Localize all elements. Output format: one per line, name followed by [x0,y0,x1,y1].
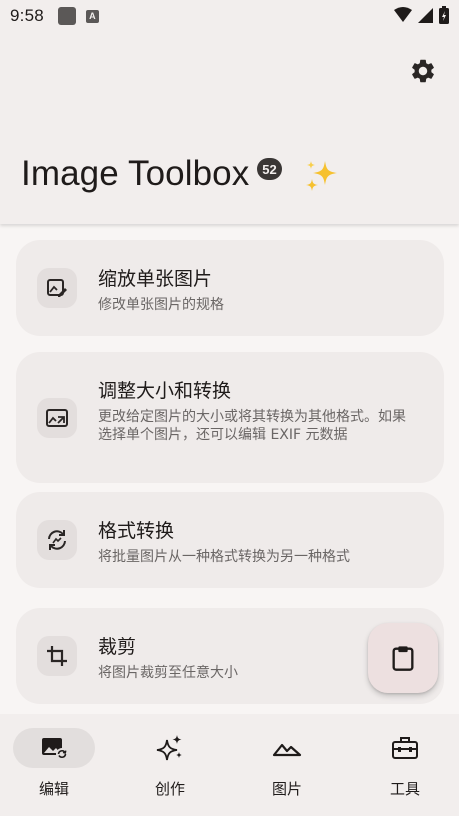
sparkles-emoji-icon [306,161,337,191]
image-resize-icon [37,398,77,438]
tool-card-format-convert[interactable]: 格式转换 将批量图片从一种格式转换为另一种格式 [16,492,444,588]
version-badge: 52 [257,158,282,180]
sparkles-icon [156,735,182,761]
image-sync-icon [42,738,68,760]
toolbox-icon [392,737,418,759]
clipboard-icon [392,646,414,671]
nav-item-images[interactable]: 图片 [237,728,337,808]
gear-icon [412,59,434,83]
cellular-icon [418,7,433,23]
nav-active-indicator [13,728,95,768]
tool-card-resize-convert[interactable]: 调整大小和转换 更改给定图片的大小或将其转换为其他格式。如果选择单个图片，还可以… [16,352,444,483]
tool-description: 将批量图片从一种格式转换为另一种格式 [98,549,350,565]
notification-icon [57,7,76,25]
wifi-icon [394,7,412,22]
tool-description: 更改给定图片的大小或将其转换为其他格式。如果选择单个图片，还可以编辑 EXIF … [98,409,406,443]
tool-card-resize-single[interactable]: 缩放单张图片 修改单张图片的规格 [16,240,444,336]
settings-button[interactable] [407,55,439,87]
crop-icon [37,636,77,676]
notification-letter-icon: A [85,9,99,23]
landscape-icon [272,743,302,757]
nav-item-edit[interactable]: 编辑 [4,728,104,808]
status-time: 9:58 [10,6,44,25]
tool-title: 缩放单张图片 [98,268,213,290]
nav-label: 编辑 [38,780,69,798]
nav-label: 工具 [389,780,420,798]
battery-icon [439,6,449,24]
app-title: Image Toolbox [21,154,250,193]
paste-from-clipboard-button[interactable] [368,623,438,693]
tool-description: 修改单张图片的规格 [98,297,224,313]
tool-title: 调整大小和转换 [98,380,232,402]
nav-label: 图片 [271,780,302,798]
image-edit-icon [37,268,77,308]
nav-label: 创作 [154,780,185,798]
nav-item-tools[interactable]: 工具 [355,728,455,808]
bottom-navigation: 编辑 创作 图片 工具 [0,714,459,816]
nav-item-create[interactable]: 创作 [120,728,220,808]
status-bar: 9:58 A [0,0,459,32]
format-convert-icon [37,520,77,560]
top-app-bar: 9:58 A Image Toolbox 52 [0,0,459,224]
tool-title: 裁剪 [98,636,137,658]
tool-title: 格式转换 [98,520,175,542]
